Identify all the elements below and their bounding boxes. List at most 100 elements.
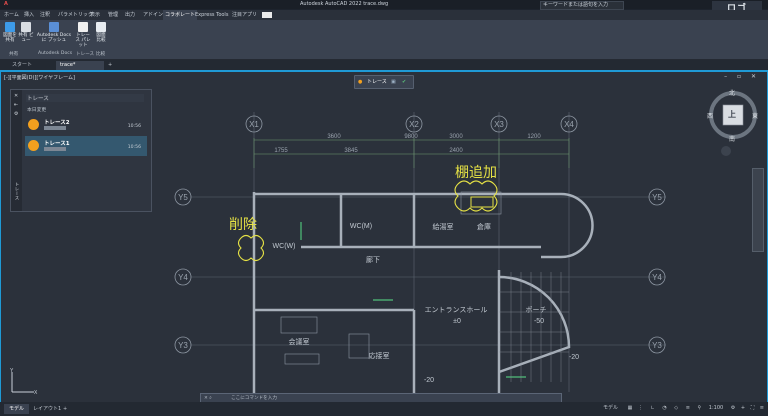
room-reception: 応接室 [369,351,390,360]
doc-tab-trace[interactable]: trace* [56,61,104,70]
trace-item-icon [28,119,39,130]
grid-label-y3-right: Y3 [652,341,662,350]
trace-palette-button[interactable]: トレース パレット [74,22,92,48]
tab-view[interactable]: 表示 [90,10,100,20]
viewcube-south[interactable]: 南 [729,134,735,143]
status-annotation-icon[interactable]: ⚲ [698,405,702,411]
document-tab-bar: スタート trace* + [0,60,768,70]
viewcube-west[interactable]: 西 [707,111,713,120]
trace-palette-label: トレース パレット [75,33,91,48]
tab-annotate[interactable]: 注釈 [40,10,50,20]
trace-item-name: トレース1 [44,141,70,147]
level-minus-20b: -20 [424,377,434,384]
palette-side-label: トレース [14,182,19,200]
status-scale[interactable]: 1:100 [709,405,723,411]
ribbon-panel: 図面を 共有 共有 ビュー Autodesk Docs に プッシュ トレース … [0,20,768,60]
status-lineweight-icon[interactable]: ≡ [686,405,690,411]
share-icon [5,22,15,32]
status-snap-icon[interactable]: ⋮ [638,405,643,411]
trace-list-item[interactable]: トレース2 10:56 [25,115,147,135]
palette-properties-icon[interactable]: ⚙ [14,111,18,117]
room-porch: ポーチ [526,306,547,314]
compare-button[interactable]: 図面 比較 [94,22,108,43]
search-input[interactable]: キーワードまたは語句を入力 [540,1,624,10]
cloud-push-icon [49,22,59,32]
add-layout-button[interactable]: + [58,404,72,414]
status-plus-icon[interactable]: + [741,405,745,411]
grid-label-y4: Y4 [178,273,188,282]
dim-1755: 1755 [274,148,288,154]
palette-filter-bar[interactable] [26,94,144,102]
status-polar-icon[interactable]: ◔ [662,405,666,411]
dim-3600: 3600 [327,134,341,140]
share-drawing-button[interactable]: 図面を 共有 [2,22,18,43]
tab-parametric[interactable]: パラメトリック [58,10,93,20]
shared-views-label: 共有 ビュー [18,33,34,43]
panel-label-trace: トレース [76,52,95,57]
grid-label-x4: X4 [564,120,574,129]
trace-palette: ✕ ⇤ ⚙ トレース トレース 本日変更 トレース2 10:56 トレース1 1… [10,89,152,212]
tab-home[interactable]: ホーム [4,10,19,20]
push-to-docs-button[interactable]: Autodesk Docs に プッシュ [36,22,72,43]
new-tab-button[interactable]: + [104,61,116,70]
room-kitchenette: 給湯室 [433,222,454,231]
ribbon-toggle-button[interactable] [262,12,272,18]
annotation-delete: 削除 [229,217,257,233]
grid-label-x1: X1 [249,120,259,129]
svg-text:Y: Y [10,368,14,374]
navigation-bar[interactable] [752,168,764,252]
shared-views-icon [21,22,31,32]
dim-2400: 2400 [449,148,463,154]
tab-featured-apps[interactable]: 注目アプリ [232,10,257,20]
trace-item-time: 10:56 [127,124,141,129]
tab-manage[interactable]: 管理 [108,10,118,20]
status-ortho-icon[interactable]: ∟ [651,405,655,411]
tab-output[interactable]: 出力 [125,10,135,20]
tab-addins[interactable]: アドイン [143,10,163,20]
layout-tab-model[interactable]: モデル [4,404,30,414]
annotation-add-shelf: 棚追加 [455,165,497,181]
room-corridor: 廊下 [366,255,380,264]
level-0: ±0 [453,318,461,325]
app-icon[interactable]: A [4,0,8,9]
room-entrance-hall: エントランスホール [425,306,488,314]
grid-label-y3: Y3 [178,341,188,350]
tab-insert[interactable]: 挿入 [24,10,34,20]
tab-collaborate[interactable]: コラボレート [163,10,198,20]
trace-item-author [44,126,66,130]
dim-3000: 3000 [449,134,463,140]
title-bar: A Autodesk AutoCAD 2022 trace.dwg キーワードま… [0,0,768,10]
trace-item-icon [28,140,39,151]
status-bar: モデル ▦ ⋮ ∟ ◔ ◇ ≡ ⚲ 1:100 ⚙ + ⛶ ≡ [603,404,764,411]
trace-toolbar-label: トレース [367,79,387,85]
status-mode[interactable]: モデル [603,405,618,411]
viewcube-north[interactable]: 北 [729,88,735,97]
trace-save-icon[interactable]: ▣ [391,76,396,88]
trace-list-item-selected[interactable]: トレース1 10:56 [25,136,147,156]
viewport-window-controls[interactable]: – ▫ ✕ [724,73,760,80]
grid-label-y5-right: Y5 [652,193,662,202]
status-menu-icon[interactable]: ≡ [760,405,764,411]
palette-close-icon[interactable]: ✕ [14,93,18,99]
dim-9800: 9800 [404,134,418,140]
palette-autohide-icon[interactable]: ⇤ [14,102,18,108]
shared-views-button[interactable]: 共有 ビュー [18,22,34,43]
tab-express-tools[interactable]: Express Tools [195,10,228,20]
trace-icon: ● [358,79,363,85]
share-drawing-label: 図面を 共有 [3,33,17,43]
doc-tab-start[interactable]: スタート [8,61,36,70]
status-grid-icon[interactable]: ▦ [628,405,633,411]
window-title: Autodesk AutoCAD 2022 trace.dwg [300,1,389,7]
level-minus-20a: -20 [569,354,579,361]
status-gear-icon[interactable]: ⚙ [731,405,735,411]
viewcube-top-face[interactable]: 上 [728,109,736,120]
viewcube[interactable]: 北 南 東 西 上 [707,88,759,143]
trace-confirm-icon[interactable]: ✔ [402,76,406,88]
room-storage: 倉庫 [477,222,491,231]
status-osnap-icon[interactable]: ◇ [674,405,678,411]
status-fullscreen-icon[interactable]: ⛶ [751,405,755,411]
viewport-controls[interactable]: [-][平面図(D)][ワイヤフレーム] [4,74,75,81]
viewcube-east[interactable]: 東 [752,111,758,120]
wcs-menu-icon[interactable] [721,146,731,156]
palette-section-today: 本日変更 [27,108,47,113]
